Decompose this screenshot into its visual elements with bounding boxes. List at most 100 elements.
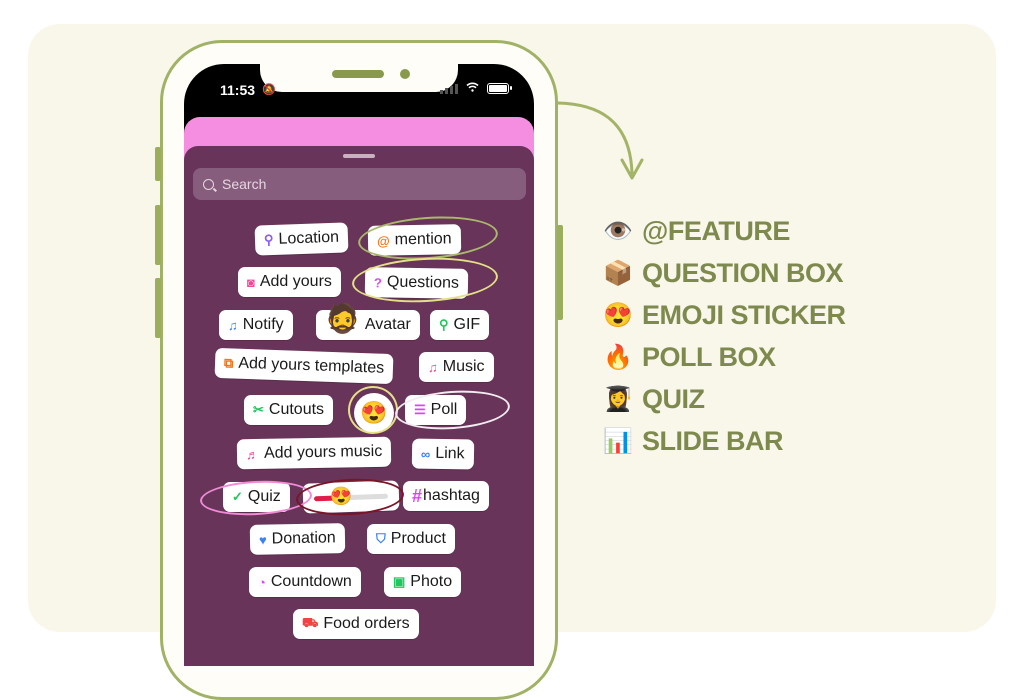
sticker-photo[interactable]: ▣ Photo	[384, 567, 462, 597]
sticker-questions[interactable]: ? Questions	[364, 267, 469, 299]
sticker-countdown[interactable]: ◔ Countdown	[249, 567, 361, 597]
sticker-search-input[interactable]: Search	[193, 168, 526, 200]
sticker-food-orders[interactable]: ⛟ Food orders	[293, 609, 419, 639]
search-placeholder: Search	[222, 176, 267, 192]
poll-lines-icon: ☰	[414, 402, 426, 417]
emoji-slider-track[interactable]: 😍	[313, 485, 389, 506]
student-emoji-icon: 👩‍🎓	[603, 385, 633, 413]
sticker-link[interactable]: ∞ Link	[411, 438, 474, 470]
sticker-label: hashtag	[423, 487, 480, 504]
sticker-label: Add yours templates	[238, 354, 385, 377]
legend-item: 😍 EMOJI STICKER	[600, 294, 846, 336]
legend-label: EMOJI STICKER	[642, 299, 846, 330]
legend-label: QUESTION BOX	[642, 257, 844, 288]
photo-icon: ▣	[393, 574, 406, 589]
sheet-grabber[interactable]	[343, 154, 375, 158]
avatar-image: 🧔	[325, 302, 360, 334]
threads-at-icon: @	[376, 232, 390, 249]
sticker-mention[interactable]: @ mention	[367, 224, 461, 256]
sticker-add-yours-music[interactable]: ♬ Add yours music	[236, 436, 392, 470]
sticker-label: Photo	[410, 573, 453, 590]
sticker-gif[interactable]: ⚲ GIF	[430, 310, 490, 340]
sticker-heart-eyes-emoji[interactable]: 😍	[354, 393, 394, 433]
sticker-donation[interactable]: ♥ Donation	[249, 523, 346, 555]
link-icon: ∞	[420, 446, 431, 462]
hash-icon: #	[412, 485, 423, 506]
sticker-label: Donation	[271, 529, 336, 548]
sticker-avatar[interactable]: 🧔 Avatar	[316, 303, 420, 340]
donation-heart-icon: ♥	[258, 532, 267, 548]
shopping-bag-icon: ⛉	[376, 531, 386, 546]
music-icon: ♫	[428, 359, 438, 375]
music-plus-icon: ♬	[245, 446, 260, 462]
sticker-label: Countdown	[270, 573, 352, 590]
search-icon	[203, 178, 214, 190]
scissors-icon: ✂	[253, 402, 264, 417]
camera-icon: ◙	[247, 274, 255, 290]
bell-slash-icon: 🔕	[262, 84, 276, 96]
search-icon: ⚲	[439, 317, 449, 332]
sticker-label: Avatar	[364, 316, 411, 333]
bar-chart-emoji-icon: 📊	[603, 427, 633, 455]
fire-emoji-icon: 🔥	[603, 343, 633, 371]
legend-item: 📊 SLIDE BAR	[600, 420, 846, 462]
legend-label: QUIZ	[642, 383, 705, 414]
sticker-label: Music	[442, 358, 485, 375]
delivery-truck-icon: ⛟	[302, 615, 319, 630]
timer-icon: ◔	[258, 574, 266, 590]
package-emoji-icon: 📦	[603, 259, 633, 287]
pointer-arrow-icon	[556, 101, 644, 180]
legend-item: 📦 QUESTION BOX	[600, 252, 846, 294]
sticker-label: Add yours	[259, 273, 332, 290]
question-bubble-icon: ?	[373, 274, 383, 290]
template-plus-icon: ⧉	[223, 355, 234, 371]
sticker-emoji-slider[interactable]: 😍	[302, 480, 400, 514]
sticker-label: Add yours music	[263, 442, 383, 462]
heart-eyes-emoji-icon[interactable]: 😍	[330, 485, 353, 507]
sticker-cutouts[interactable]: ✂ Cutouts	[244, 395, 334, 425]
feature-legend: 👁️ @FEATURE 📦 QUESTION BOX 😍 EMOJI STICKER …	[600, 210, 846, 462]
sticker-label: GIF	[453, 316, 481, 333]
sticker-location[interactable]: ⚲ Location	[254, 222, 349, 256]
sticker-label: Poll	[430, 401, 458, 418]
signal-icon	[440, 83, 458, 94]
legend-item: 🔥 POLL BOX	[600, 336, 846, 378]
pin-icon: ⚲	[263, 231, 274, 248]
sticker-add-yours-templates[interactable]: ⧉ Add yours templates	[214, 347, 394, 385]
status-time: 11:53	[220, 82, 256, 98]
heart-eyes-emoji-icon: 😍	[360, 400, 388, 425]
sticker-label: Location	[278, 228, 340, 248]
sticker-label: Product	[390, 530, 446, 547]
front-camera	[400, 69, 410, 79]
speaker-grille	[332, 70, 384, 78]
sticker-hashtag[interactable]: # hashtag	[403, 481, 489, 511]
sticker-add-yours[interactable]: ◙ Add yours	[238, 267, 341, 297]
sticker-music[interactable]: ♫ Music	[419, 352, 494, 382]
check-circle-icon: ✓	[232, 489, 243, 504]
sticker-label: Notify	[242, 316, 284, 333]
status-icons	[440, 82, 512, 95]
heart-eyes-emoji-icon: 😍	[603, 301, 633, 329]
sticker-label: Cutouts	[268, 401, 325, 418]
sticker-label: Food orders	[323, 615, 410, 632]
phone-volume-down-button	[155, 278, 161, 338]
phone-mute-button	[155, 147, 161, 181]
sticker-label: mention	[394, 230, 452, 249]
legend-item: 👁️ @FEATURE	[600, 210, 846, 252]
sticker-notify[interactable]: ♫ Notify	[219, 310, 293, 340]
sticker-label: Questions	[386, 273, 460, 292]
bell-icon: ♫	[228, 317, 238, 333]
legend-item: 👩‍🎓 QUIZ	[600, 378, 846, 420]
legend-label: @FEATURE	[642, 215, 790, 246]
sticker-product[interactable]: ⛉ Product	[367, 524, 455, 554]
legend-label: POLL BOX	[642, 341, 776, 372]
battery-icon	[487, 83, 512, 94]
sticker-quiz[interactable]: ✓ Quiz	[223, 482, 290, 512]
sticker-poll[interactable]: ☰ Poll	[405, 395, 467, 425]
sticker-label: Link	[435, 444, 465, 463]
wifi-icon	[466, 82, 479, 95]
sticker-label: Quiz	[247, 488, 281, 505]
eye-emoji-icon: 👁️	[603, 217, 633, 245]
legend-label: SLIDE BAR	[642, 425, 784, 456]
phone-volume-up-button	[155, 205, 161, 265]
